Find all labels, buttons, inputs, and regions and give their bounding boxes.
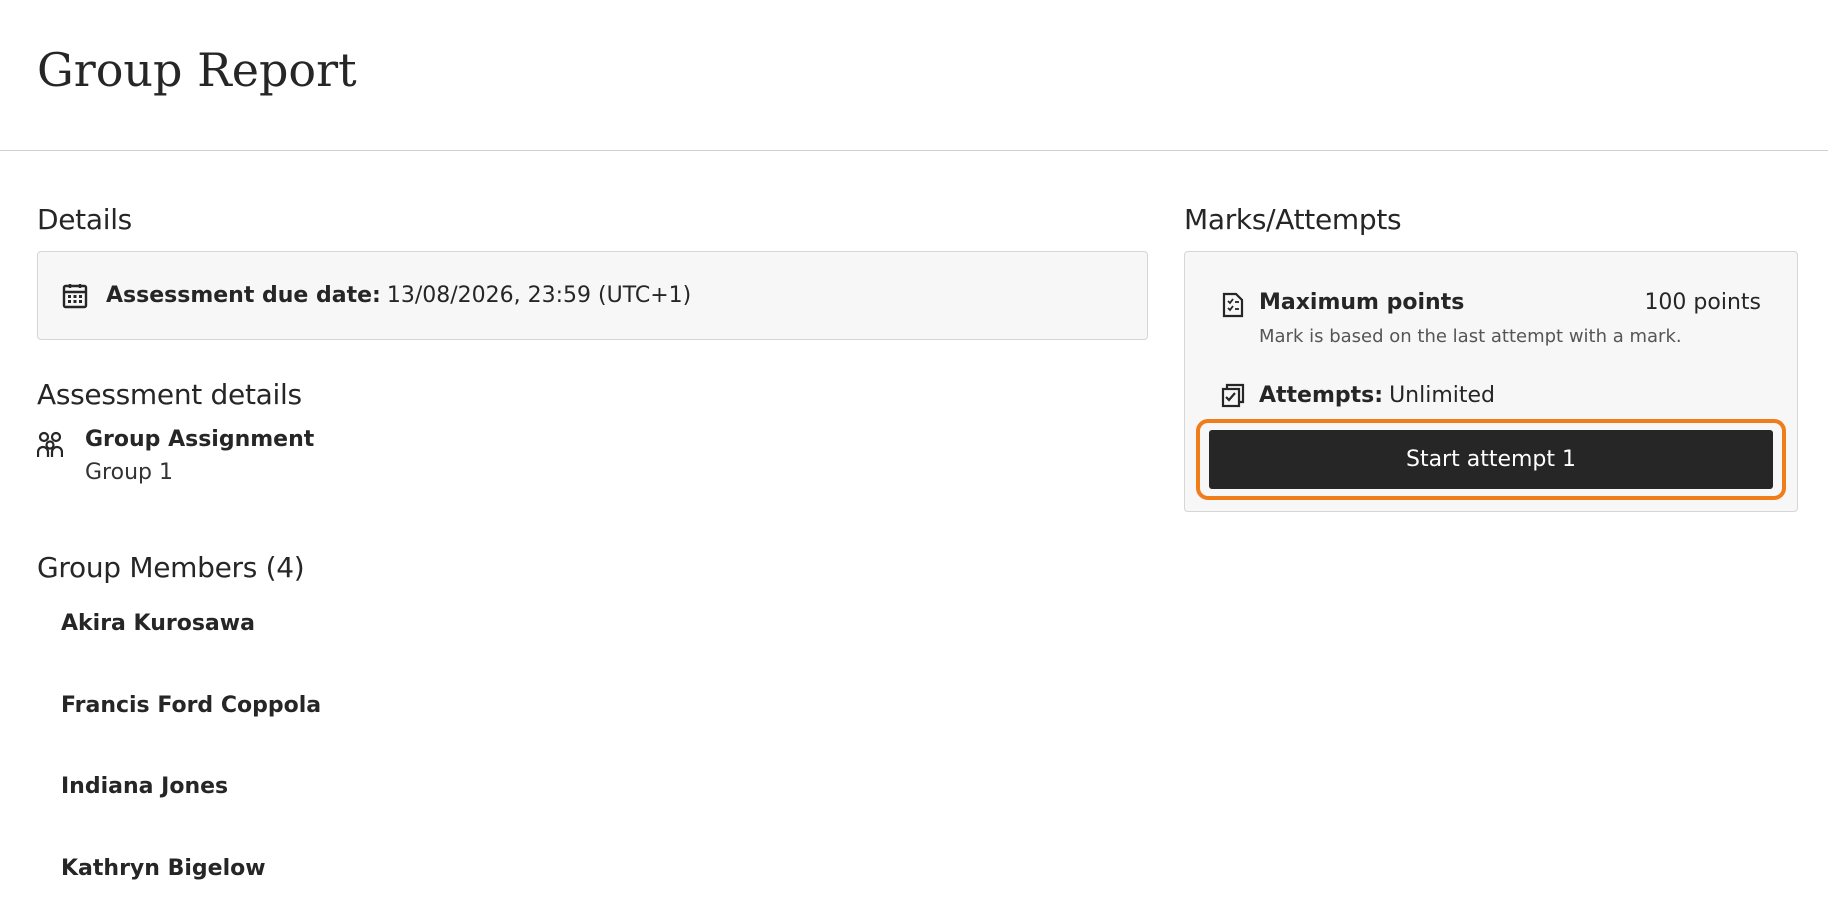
- maximum-points-note: Mark is based on the last attempt with a…: [1259, 326, 1682, 347]
- assessment-type-item: Group Assignment Group 1: [36, 427, 315, 485]
- calendar-icon: [62, 283, 88, 309]
- group-report-page: Group Report Details Assessment due date…: [0, 0, 1828, 919]
- maximum-points-label: Maximum points: [1259, 290, 1465, 315]
- member-item: Francis Ford Coppola: [61, 693, 322, 718]
- due-date-box: Assessment due date: 13/08/2026, 23:59 (…: [37, 251, 1148, 340]
- start-attempt-button[interactable]: Start attempt 1: [1209, 430, 1773, 489]
- attempts-label: Attempts:: [1259, 382, 1384, 408]
- member-item: Indiana Jones: [61, 774, 229, 799]
- member-item: Kathryn Bigelow: [61, 856, 266, 881]
- assessment-details-title: Assessment details: [37, 378, 302, 411]
- group-members-title: Group Members (4): [37, 551, 305, 584]
- maximum-points-value: 100 points: [1644, 290, 1761, 315]
- attempts-row: Attempts: Unlimited: [1221, 382, 1495, 408]
- member-item: Akira Kurosawa: [61, 611, 255, 636]
- details-title: Details: [37, 203, 132, 236]
- attempts-value: Unlimited: [1389, 382, 1496, 408]
- assessment-group: Group 1: [85, 460, 173, 485]
- marks-attempts-title: Marks/Attempts: [1184, 203, 1402, 236]
- due-date-value: 13/08/2026, 23:59 (UTC+1): [386, 283, 692, 308]
- attempts-icon: [1221, 382, 1245, 408]
- page-title: Group Report: [37, 43, 357, 97]
- points-icon: [1221, 292, 1245, 318]
- assessment-type: Group Assignment: [85, 427, 315, 452]
- start-attempt-highlight: Start attempt 1: [1196, 419, 1786, 500]
- group-icon: [36, 431, 64, 459]
- page-header: Group Report: [0, 0, 1828, 151]
- due-date-label: Assessment due date:: [106, 283, 381, 308]
